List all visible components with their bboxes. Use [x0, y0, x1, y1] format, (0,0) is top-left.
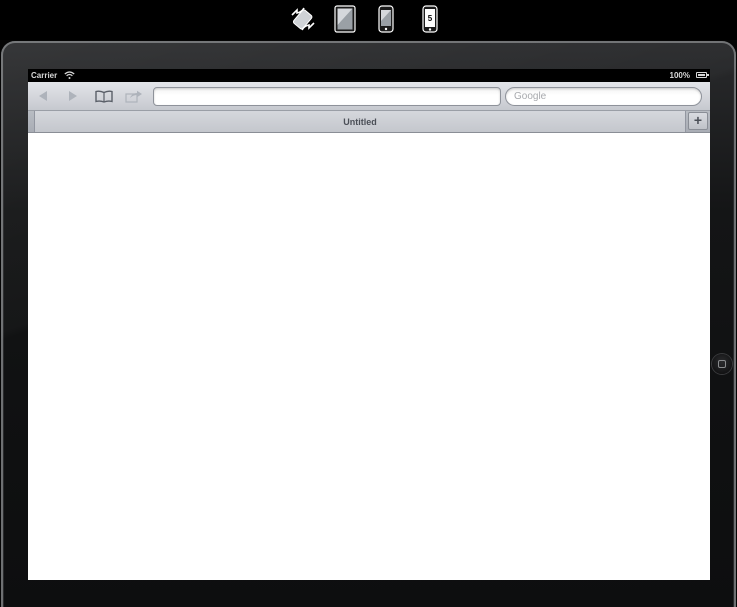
wifi-icon: [64, 71, 75, 79]
tab-untitled[interactable]: Untitled: [34, 111, 686, 132]
simulator-window: 5 Carrier 100% Google Untitled +: [0, 0, 737, 607]
home-button-icon: [718, 360, 726, 368]
device-switcher-toolbar: 5: [0, 0, 737, 40]
iphone-device-icon: [378, 5, 394, 33]
back-arrow-icon: [39, 91, 47, 101]
address-bar-input[interactable]: [153, 87, 501, 106]
share-button[interactable]: [124, 87, 144, 105]
iphone5-badge: 5: [428, 14, 433, 23]
iphone5-device-icon: 5: [422, 5, 438, 33]
ipad-device-icon: [334, 5, 356, 33]
iphone5-device-button[interactable]: 5: [420, 5, 440, 33]
new-tab-button[interactable]: +: [688, 112, 708, 130]
share-icon: [125, 90, 142, 103]
rotate-device-icon: [291, 7, 315, 31]
search-input[interactable]: [505, 87, 702, 106]
forward-button[interactable]: [63, 87, 83, 105]
battery-percentage: 100%: [669, 71, 690, 80]
forward-arrow-icon: [69, 91, 77, 101]
device-screen: Carrier 100% Google Untitled +: [28, 69, 710, 580]
web-content-area[interactable]: [28, 133, 710, 580]
carrier-label: Carrier: [31, 71, 58, 80]
bookmarks-icon: [95, 89, 113, 103]
status-bar: Carrier 100%: [28, 69, 710, 82]
bookmarks-button[interactable]: [94, 87, 114, 105]
tab-title: Untitled: [343, 116, 377, 127]
rotate-device-button[interactable]: [289, 5, 317, 33]
ipad-device-button[interactable]: [333, 5, 357, 33]
iphone-device-button[interactable]: [376, 5, 396, 33]
tab-bar: Untitled +: [28, 111, 710, 133]
battery-icon: [696, 72, 709, 78]
home-button[interactable]: [712, 354, 732, 374]
back-button[interactable]: [33, 87, 53, 105]
safari-toolbar: [28, 82, 710, 111]
